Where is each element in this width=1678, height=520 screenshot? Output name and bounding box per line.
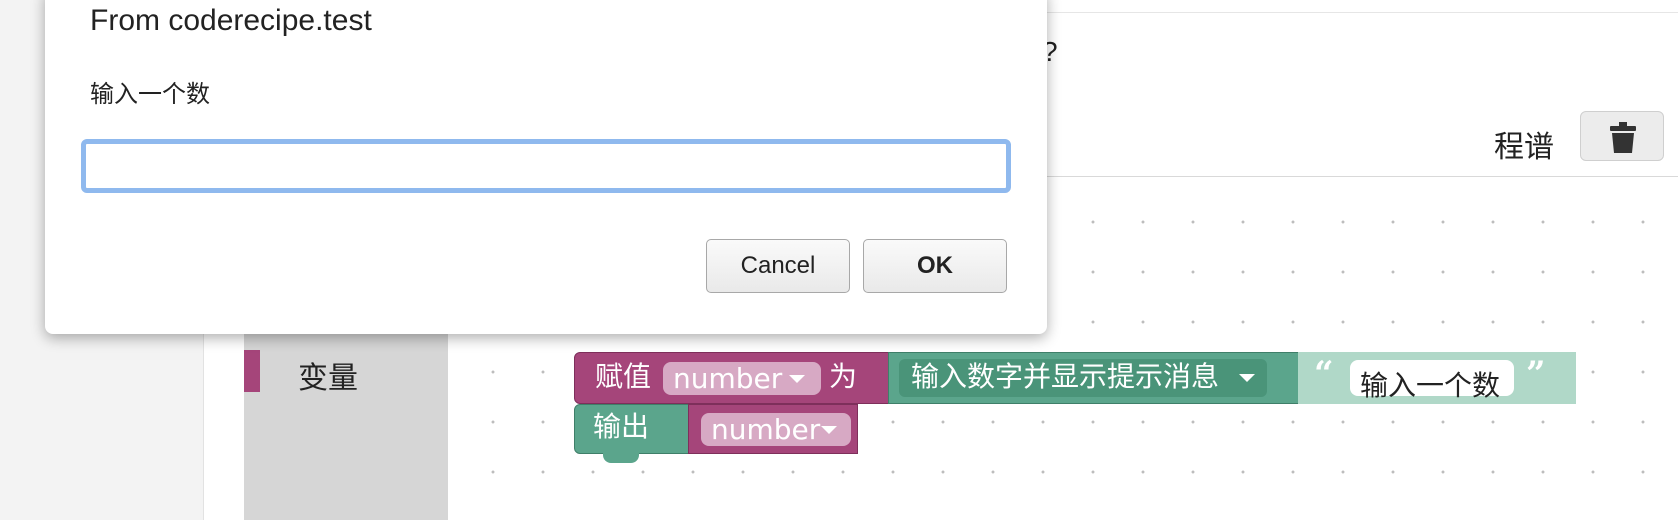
variable-getter-block[interactable]: number [688, 404, 858, 454]
cancel-button[interactable]: Cancel [706, 239, 850, 293]
variable-name: number [673, 362, 783, 395]
trash-icon [1610, 122, 1636, 153]
dropdown-caret-icon [1239, 374, 1255, 382]
dropdown-caret-icon [789, 375, 805, 383]
print-variable-dropdown[interactable]: number [701, 413, 851, 446]
text-block[interactable]: “ 输入一个数 ” [1298, 352, 1576, 404]
dialog-input[interactable] [81, 139, 1011, 193]
prompt-number-block[interactable]: 输入数字并显示提示消息 [888, 352, 1300, 404]
prompt-dialog: From coderecipe.test 输入一个数 Cancel OK [45, 0, 1047, 334]
close-quote-icon: ” [1526, 354, 1546, 394]
variable-name: number [711, 413, 821, 446]
block-connector-tab [603, 453, 639, 463]
text-value-field[interactable]: 输入一个数 [1350, 360, 1514, 402]
text-value: 输入一个数 [1360, 369, 1501, 402]
print-block[interactable]: 输出 [574, 404, 690, 463]
assign-variable-block[interactable]: 赋值 number 为 [574, 352, 890, 404]
dialog-message: 输入一个数 [90, 80, 210, 108]
assign-keyword: 赋值 [595, 360, 652, 393]
category-label: 变量 [298, 361, 358, 396]
print-keyword: 输出 [593, 410, 650, 443]
prompt-mode-dropdown[interactable]: 输入数字并显示提示消息 [899, 359, 1267, 397]
prompt-mode-label: 输入数字并显示提示消息 [911, 360, 1220, 393]
trash-button[interactable] [1580, 111, 1664, 161]
recipe-label: 程谱 [1494, 130, 1554, 165]
dialog-title: From coderecipe.test [90, 4, 372, 37]
category-color-marker [244, 350, 260, 392]
ok-button[interactable]: OK [863, 239, 1007, 293]
assign-variable-dropdown[interactable]: number [663, 362, 821, 395]
dropdown-caret-icon [821, 426, 837, 434]
assign-to-keyword: 为 [829, 360, 858, 393]
open-quote-icon: “ [1314, 354, 1334, 394]
toolbox-category-variables[interactable]: 变量 [244, 347, 448, 401]
